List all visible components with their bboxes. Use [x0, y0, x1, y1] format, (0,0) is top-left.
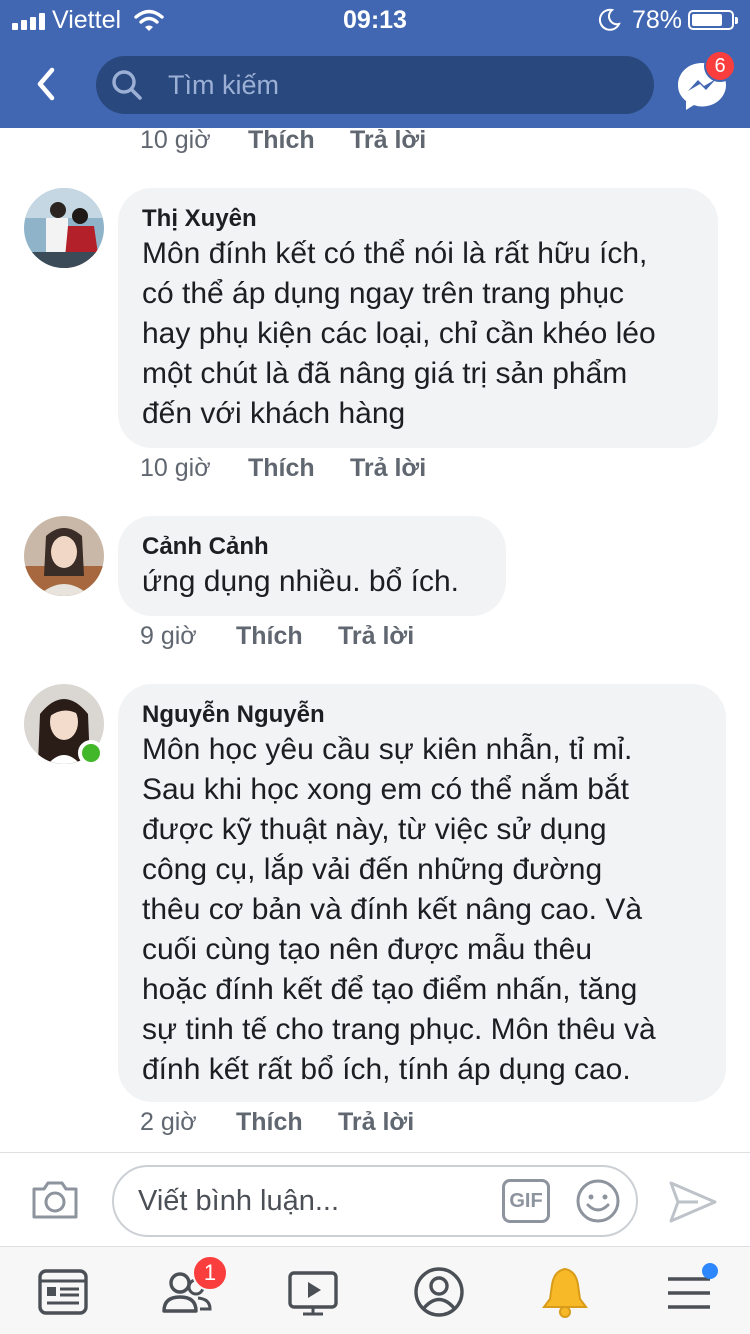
battery-percent: 78% — [632, 6, 683, 34]
comment-actions: 9 giờ Thích Trả lời — [140, 622, 414, 651]
comment-bubble[interactable]: Thị Xuyên Môn đính kết có thể nói là rất… — [118, 188, 718, 448]
search-bar[interactable]: Tìm kiếm — [96, 56, 654, 114]
comment-author[interactable]: Cảnh Cảnh — [142, 532, 482, 562]
like-button[interactable]: Thích — [236, 622, 338, 651]
comment-time: 10 giờ — [140, 126, 211, 154]
back-arrow-icon[interactable] — [28, 64, 68, 104]
avatar[interactable] — [24, 188, 104, 268]
emoji-icon[interactable] — [574, 1177, 622, 1225]
comment-text: Môn đính kết có thể nói là rất hữu ích, … — [142, 237, 656, 430]
reply-button[interactable]: Trả lời — [350, 126, 426, 155]
reply-button[interactable]: Trả lời — [338, 622, 414, 651]
profile-icon[interactable] — [412, 1265, 466, 1319]
do-not-disturb-icon — [598, 8, 621, 31]
reply-button[interactable]: Trả lời — [338, 1108, 414, 1137]
like-button[interactable]: Thích — [248, 126, 350, 155]
search-placeholder: Tìm kiếm — [168, 70, 279, 100]
menu-notification-dot — [702, 1263, 718, 1279]
notifications-bell-icon[interactable] — [538, 1265, 592, 1319]
reply-button[interactable]: Trả lời — [350, 454, 426, 483]
comment-actions: 2 giờ Thích Trả lời — [140, 1108, 414, 1137]
gif-button[interactable]: GIF — [502, 1179, 550, 1223]
comment-composer: Viết bình luận... GIF — [0, 1152, 750, 1246]
bottom-tab-bar: 1 — [0, 1246, 750, 1334]
camera-icon[interactable] — [30, 1179, 80, 1221]
comment-input-placeholder: Viết bình luận... — [138, 1185, 340, 1217]
comment-text: Môn học yêu cầu sự kiên nhẫn, tỉ mỉ. Sau… — [142, 733, 656, 1086]
battery-icon — [688, 10, 738, 30]
top-bar: Viettel 09:13 78% Tìm kiếm 6 — [0, 0, 750, 128]
comment-time: 2 giờ — [140, 1108, 197, 1136]
messenger-badge: 6 — [704, 50, 736, 82]
comment-actions: 10 giờ Thích Trả lời — [140, 126, 426, 155]
comment-text: ứng dụng nhiều. bổ ích. — [142, 565, 459, 598]
comment-input[interactable]: Viết bình luận... GIF — [112, 1165, 638, 1237]
status-bar: Viettel 09:13 78% — [0, 0, 750, 40]
comment-time: 10 giờ — [140, 454, 211, 482]
comment-time: 9 giờ — [140, 622, 197, 650]
like-button[interactable]: Thích — [248, 454, 350, 483]
comment-bubble[interactable]: Cảnh Cảnh ứng dụng nhiều. bổ ích. — [118, 516, 506, 616]
avatar[interactable] — [24, 516, 104, 596]
comment-actions: 10 giờ Thích Trả lời — [140, 454, 426, 483]
friends-badge: 1 — [192, 1255, 228, 1291]
online-status-dot — [78, 740, 104, 766]
comment-author[interactable]: Thị Xuyên — [142, 204, 694, 234]
search-icon — [112, 70, 142, 100]
send-icon[interactable] — [668, 1179, 718, 1225]
comment-author[interactable]: Nguyễn Nguyễn — [142, 700, 702, 730]
watch-icon[interactable] — [286, 1265, 340, 1319]
comment-bubble[interactable]: Nguyễn Nguyễn Môn học yêu cầu sự kiên nh… — [118, 684, 726, 1102]
news-feed-icon[interactable] — [36, 1265, 90, 1319]
like-button[interactable]: Thích — [236, 1108, 338, 1137]
